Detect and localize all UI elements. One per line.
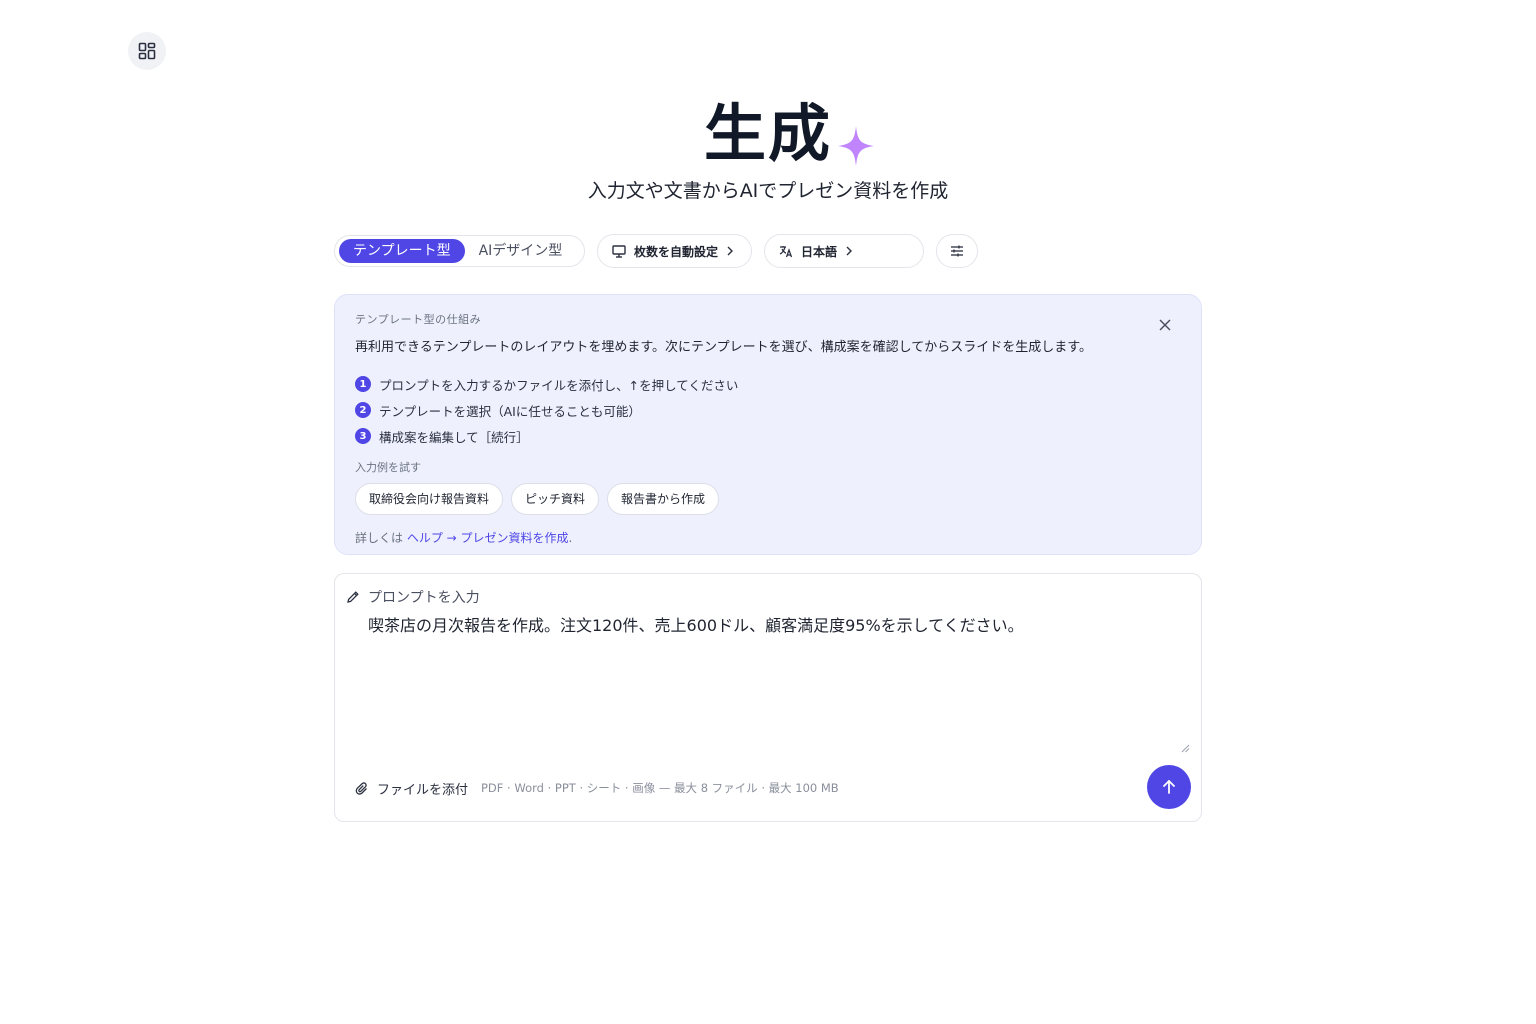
sliders-icon	[951, 245, 963, 257]
slide-count-label: 枚数を自動設定	[634, 244, 719, 259]
resize-handle-icon[interactable]	[1181, 744, 1190, 753]
chevron-right-icon	[727, 246, 734, 256]
language-button[interactable]: 日本語	[764, 234, 924, 268]
info-caption: テンプレート型の仕組み	[355, 313, 482, 326]
help-line: 詳しくは ヘルプ → プレゼン資料を作成.	[355, 529, 1181, 546]
pencil-icon	[347, 591, 359, 603]
arrow-up-icon	[1163, 779, 1175, 794]
settings-button[interactable]	[936, 234, 978, 268]
send-button[interactable]	[1147, 765, 1191, 809]
chevron-right-icon	[846, 246, 853, 256]
examples-label: 入力例を試す	[355, 461, 421, 474]
step-text: 構成案を編集して［続行］	[379, 429, 529, 445]
language-label: 日本語	[801, 244, 838, 259]
attach-file-button[interactable]: ファイルを添付	[355, 779, 468, 798]
header: 生成	[0, 96, 1536, 172]
step-number: 1	[355, 376, 371, 392]
tab-ai-design[interactable]: AIデザイン型	[465, 239, 577, 263]
prompt-textarea[interactable]: 喫茶店の月次報告を作成。注文120件、売上600ドル、顧客満足度95%を示してく…	[368, 612, 1168, 636]
attach-file-label: ファイルを添付	[377, 783, 469, 798]
step-text: プロンプトを入力するかファイルを添付し、↑を押してください	[379, 377, 739, 393]
step-number: 2	[355, 402, 371, 418]
steps-list: 1 プロンプトを入力するかファイルを添付し、↑を押してください 2 テンプレート…	[355, 371, 1181, 449]
grid-icon	[138, 42, 156, 60]
paperclip-icon	[355, 781, 367, 795]
file-limits-hint: PDF · Word · PPT · シート · 画像 — 最大 8 ファイル …	[481, 781, 839, 795]
monitor-icon	[612, 244, 626, 258]
info-description: 再利用できるテンプレートのレイアウトを埋めます。次にテンプレートを選び、構成案を…	[355, 340, 1092, 355]
apps-grid-button[interactable]	[128, 32, 166, 70]
example-chip[interactable]: ピッチ資料	[511, 483, 600, 515]
mode-toggle: テンプレート型 AIデザイン型	[334, 235, 585, 267]
help-link[interactable]: ヘルプ → プレゼン資料を作成	[407, 531, 569, 545]
template-info-panel: テンプレート型の仕組み 再利用できるテンプレートのレイアウトを埋めます。次にテン…	[334, 294, 1202, 555]
help-suffix: .	[568, 531, 573, 545]
page-title: 生成	[703, 96, 874, 172]
tab-template[interactable]: テンプレート型	[339, 239, 465, 263]
close-icon[interactable]	[1159, 319, 1171, 331]
examples-list: 取締役会向け報告資料 ピッチ資料 報告書から作成	[355, 483, 1181, 515]
step-text: テンプレートを選択（AIに任せることも可能）	[379, 403, 641, 419]
prompt-label: プロンプトを入力	[368, 590, 480, 606]
step-item: 1 プロンプトを入力するかファイルを添付し、↑を押してください	[355, 371, 1181, 397]
step-item: 2 テンプレートを選択（AIに任せることも可能）	[355, 397, 1181, 423]
toolbar: テンプレート型 AIデザイン型 枚数を自動設定 日本語	[334, 234, 978, 268]
page-title-text: 生成	[703, 97, 832, 170]
sparkle-icon	[838, 126, 874, 166]
help-prefix: 詳しくは	[355, 531, 404, 545]
step-number: 3	[355, 428, 371, 444]
step-item: 3 構成案を編集して［続行］	[355, 423, 1181, 449]
example-chip[interactable]: 取締役会向け報告資料	[355, 483, 504, 515]
example-chip[interactable]: 報告書から作成	[607, 483, 720, 515]
prompt-box: プロンプトを入力 喫茶店の月次報告を作成。注文120件、売上600ドル、顧客満足…	[334, 573, 1202, 822]
slide-count-button[interactable]: 枚数を自動設定	[597, 234, 752, 268]
page-subtitle: 入力文や文書からAIでプレゼン資料を作成	[587, 180, 949, 202]
translate-icon	[779, 245, 793, 257]
